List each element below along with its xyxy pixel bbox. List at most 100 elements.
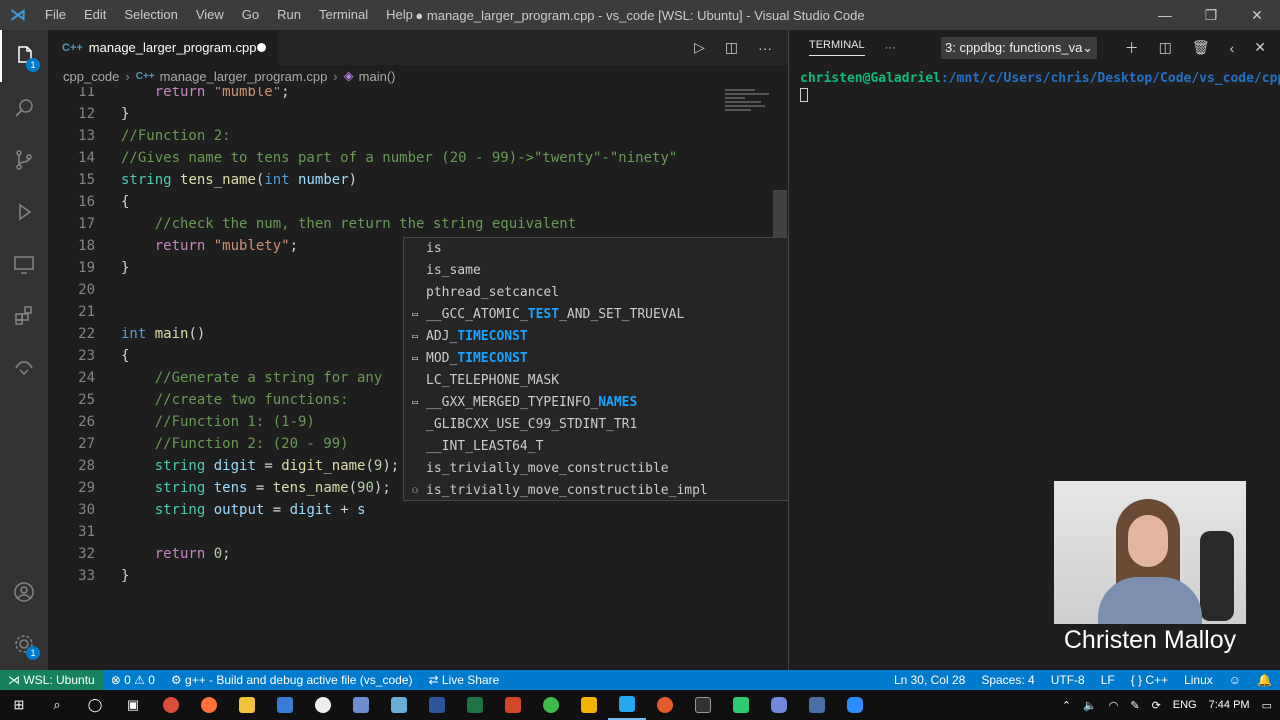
minimap[interactable] <box>725 87 775 127</box>
more-icon[interactable]: ··· <box>885 42 896 54</box>
code-line[interactable]: 14 //Gives name to tens part of a number … <box>48 147 748 169</box>
breadcrumb-file[interactable]: manage_larger_program.cpp <box>160 69 328 84</box>
suggestion-item[interactable]: LC_TELEPHONE_MASK <box>404 370 819 392</box>
more-actions-icon[interactable]: ··· <box>758 40 772 56</box>
encoding[interactable]: UTF-8 <box>1043 670 1093 690</box>
feedback-icon[interactable]: ☺ <box>1221 670 1249 690</box>
menu-terminal[interactable]: Terminal <box>310 0 377 30</box>
breadcrumb-symbol[interactable]: main() <box>359 69 396 84</box>
bell-icon[interactable]: 🔔 <box>1249 670 1280 690</box>
menu-help[interactable]: Help <box>377 0 422 30</box>
app-icon[interactable] <box>532 690 570 720</box>
explorer-icon[interactable]: 1 <box>0 30 48 82</box>
search-icon[interactable] <box>0 82 48 134</box>
os-indicator[interactable]: Linux <box>1176 670 1221 690</box>
remote-indicator[interactable]: ⋊ WSL: Ubuntu <box>0 670 103 690</box>
indentation[interactable]: Spaces: 4 <box>973 670 1042 690</box>
split-terminal-icon[interactable]: ◫ <box>1159 39 1172 56</box>
app-icon[interactable] <box>380 690 418 720</box>
suggestion-item[interactable]: _GLIBCXX_USE_ C99_STDINT_TR1 <box>404 414 819 436</box>
menu-edit[interactable]: Edit <box>75 0 115 30</box>
tab-manage-larger-program[interactable]: C++ manage_larger_program.cpp <box>48 30 278 65</box>
breadcrumb-folder[interactable]: cpp_code <box>63 69 119 84</box>
extensions-icon[interactable] <box>0 290 48 342</box>
menu-file[interactable]: File <box>36 0 75 30</box>
suggestion-item[interactable]: __INT_LEAST64_T <box>404 436 819 458</box>
app-icon[interactable] <box>798 690 836 720</box>
close-panel-icon[interactable]: ✕ <box>1254 39 1266 56</box>
code-line[interactable]: 17 //check the num, then return the stri… <box>48 213 748 235</box>
notification-icon[interactable]: ▭ <box>1262 699 1272 712</box>
new-terminal-icon[interactable]: ＋ <box>1125 38 1139 58</box>
suggestion-item[interactable]: ▭ __GXX_MERGED_TYPEINFO_ NAMES <box>404 392 819 414</box>
end-of-line[interactable]: LF <box>1093 670 1123 690</box>
suggestion-item[interactable]: ▭ ADJ_ TIMECONST <box>404 326 819 348</box>
code-line[interactable]: 15 string tens_name(int number) <box>48 169 748 191</box>
gear-icon[interactable]: 1 <box>0 618 48 670</box>
terminal-output[interactable]: christen@Galadriel:/mnt/c/Users/chris/De… <box>789 65 1280 103</box>
trash-icon[interactable]: 🗑 <box>1192 39 1210 56</box>
unsaved-dot-icon[interactable] <box>257 43 266 52</box>
terminal-app-icon[interactable] <box>684 690 722 720</box>
pen-icon[interactable]: ✎ <box>1130 699 1139 712</box>
cortana-icon[interactable]: ◯ <box>76 690 114 720</box>
language-indicator[interactable]: ENG <box>1173 699 1197 711</box>
clock[interactable]: 7:44 PM <box>1209 699 1250 711</box>
code-line[interactable]: 11 return "mumble"; <box>48 87 748 103</box>
code-line[interactable]: 33} <box>48 565 748 587</box>
word-icon[interactable] <box>418 690 456 720</box>
chrome-icon[interactable] <box>152 690 190 720</box>
sync-icon[interactable]: ⟳ <box>1152 699 1161 712</box>
live-share-button[interactable]: ⇄ Live Share <box>421 670 508 690</box>
suggestion-item[interactable]: is_same <box>404 260 819 282</box>
build-task[interactable]: ⚙ g++ - Build and debug active file (vs_… <box>163 670 421 690</box>
restore-icon[interactable]: ❐ <box>1188 0 1234 30</box>
suggest-widget[interactable]: is is_same pthread_setcancel ▭ __GCC_ATOMIC_… <box>403 237 820 501</box>
code-line[interactable]: 32 return 0; <box>48 543 748 565</box>
menu-selection[interactable]: Selection <box>115 0 186 30</box>
split-editor-icon[interactable]: ◫ <box>725 39 738 56</box>
run-debug-icon[interactable] <box>0 186 48 238</box>
menu-go[interactable]: Go <box>233 0 268 30</box>
code-line[interactable]: 13 //Function 2: <box>48 125 748 147</box>
suggestion-item[interactable]: ▭ MOD_ TIMECONST <box>404 348 819 370</box>
problems-indicator[interactable]: ⊗ 0 ⚠ 0 <box>103 670 163 690</box>
network-icon[interactable]: ◠ <box>1109 699 1119 712</box>
zoom-icon[interactable] <box>836 690 874 720</box>
cursor-position[interactable]: Ln 30, Col 28 <box>886 670 973 690</box>
remote-explorer-icon[interactable] <box>0 238 48 290</box>
app-icon[interactable] <box>570 690 608 720</box>
run-icon[interactable]: ▷ <box>694 39 705 56</box>
suggestion-item[interactable]: is <box>404 238 819 260</box>
terminal-tab[interactable]: TERMINAL <box>809 39 865 56</box>
code-line[interactable]: 31 <box>48 521 748 543</box>
terminal-select[interactable]: 3: cppdbg: functions_va ⌄ <box>941 37 1097 59</box>
app-icon[interactable] <box>646 690 684 720</box>
suggestion-item[interactable]: is_trivially_move_constructible <box>404 458 819 480</box>
app-icon[interactable] <box>342 690 380 720</box>
menu-run[interactable]: Run <box>268 0 310 30</box>
discord-icon[interactable] <box>760 690 798 720</box>
code-line[interactable]: 16 { <box>48 191 748 213</box>
app-icon[interactable] <box>266 690 304 720</box>
live-share-icon[interactable] <box>0 342 48 394</box>
search-icon[interactable]: ⌕ <box>38 690 76 720</box>
menu-view[interactable]: View <box>187 0 233 30</box>
code-line[interactable]: 12} <box>48 103 748 125</box>
windows-start-icon[interactable]: ⊞ <box>0 690 38 720</box>
suggestion-item[interactable]: ▭ __GCC_ATOMIC_ TEST _AND_SET_TRUEVAL <box>404 304 819 326</box>
close-icon[interactable]: ✕ <box>1234 0 1280 30</box>
file-explorer-icon[interactable] <box>228 690 266 720</box>
excel-icon[interactable] <box>456 690 494 720</box>
volume-icon[interactable]: 🔈 <box>1083 699 1097 712</box>
account-icon[interactable] <box>0 566 48 618</box>
suggestion-item[interactable]: ⚇ is_trivially_move_constructible_impl <box>404 480 819 500</box>
source-control-icon[interactable] <box>0 134 48 186</box>
code-line[interactable]: 30 string output = digit + s <box>48 499 748 521</box>
suggestion-item[interactable]: pthread_setcancel <box>404 282 819 304</box>
vscode-taskbar-icon[interactable] <box>608 690 646 720</box>
github-icon[interactable] <box>304 690 342 720</box>
app-icon[interactable] <box>722 690 760 720</box>
firefox-icon[interactable] <box>190 690 228 720</box>
minimize-icon[interactable]: — <box>1142 0 1188 30</box>
